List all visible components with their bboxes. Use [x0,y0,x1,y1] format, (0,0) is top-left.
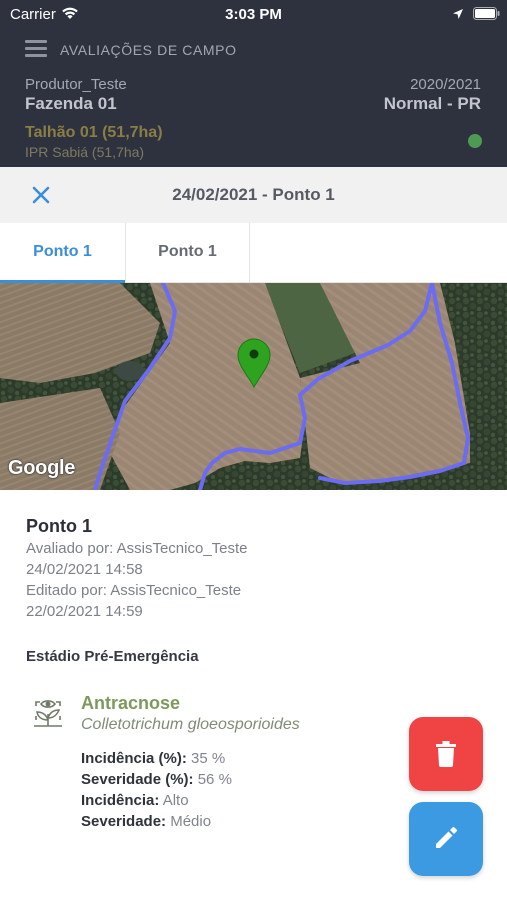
app-header: Carrier 3:03 PM AVALIAÇÕES DE CAMPO Prod… [0,0,507,167]
metric-severity: Severidade: Médio [81,813,211,830]
metric-label: Severidade (%): [81,771,194,788]
metric-severity-percent: Severidade (%): 56 % [81,771,232,788]
edit-button[interactable] [409,802,483,876]
sheet-header: 24/02/2021 - Ponto 1 [0,167,507,223]
metric-incidence: Incidência: Alto [81,792,189,809]
map-attribution: Google [8,457,76,479]
sync-status-dot [468,134,482,148]
tab-ponto-1[interactable]: Ponto 1 [125,223,250,283]
season-label: 2020/2021 [410,76,481,93]
farm-name: Fazenda 01 [25,94,117,113]
status-bar: Carrier 3:03 PM [0,0,507,28]
cultivar-name: IPR Sabiá (51,7ha) [25,144,145,160]
disease-scientific-name: Colletotrichum gloeosporioides [81,716,300,733]
clock: 3:03 PM [225,6,282,23]
metric-value: 56 % [197,771,232,788]
metric-value: Alto [162,792,189,809]
tab-ponto-1-active[interactable]: Ponto 1 [0,223,125,283]
location-arrow-icon [452,7,464,25]
metric-label: Severidade: [81,813,167,830]
edited-by: Editado por: AssisTecnico_Teste [26,582,242,599]
metric-value: 35 % [191,750,226,767]
pencil-icon [436,827,457,848]
menu-icon[interactable] [25,40,47,58]
sheet-title: 24/02/2021 - Ponto 1 [172,185,335,204]
producer-name: Produtor_Teste [25,76,127,93]
evaluated-at: 24/02/2021 14:58 [26,561,143,578]
point-tabs: Ponto 1 Ponto 1 [0,223,507,283]
metric-label: Incidência (%): [81,750,187,767]
battery-icon [473,7,500,25]
metric-value: Médio [170,813,212,830]
point-title: Ponto 1 [26,516,92,536]
plot-name: Talhão 01 (51,7ha) [25,124,163,141]
season-type: Normal - PR [383,94,481,113]
evaluated-by: Avaliado por: AssisTecnico_Teste [26,540,248,557]
satellite-map[interactable]: Google [0,283,507,490]
edited-at: 22/02/2021 14:59 [26,603,143,620]
app-title: AVALIAÇÕES DE CAMPO [60,42,237,58]
delete-button[interactable] [409,717,483,791]
metric-label: Incidência: [81,792,160,809]
disease-name: Antracnose [81,693,181,713]
stage-heading: Estádio Pré-Emergência [26,648,199,665]
metric-incidence-percent: Incidência (%): 35 % [81,750,225,767]
leaf-eye-icon [28,690,68,730]
trash-icon [436,741,456,767]
